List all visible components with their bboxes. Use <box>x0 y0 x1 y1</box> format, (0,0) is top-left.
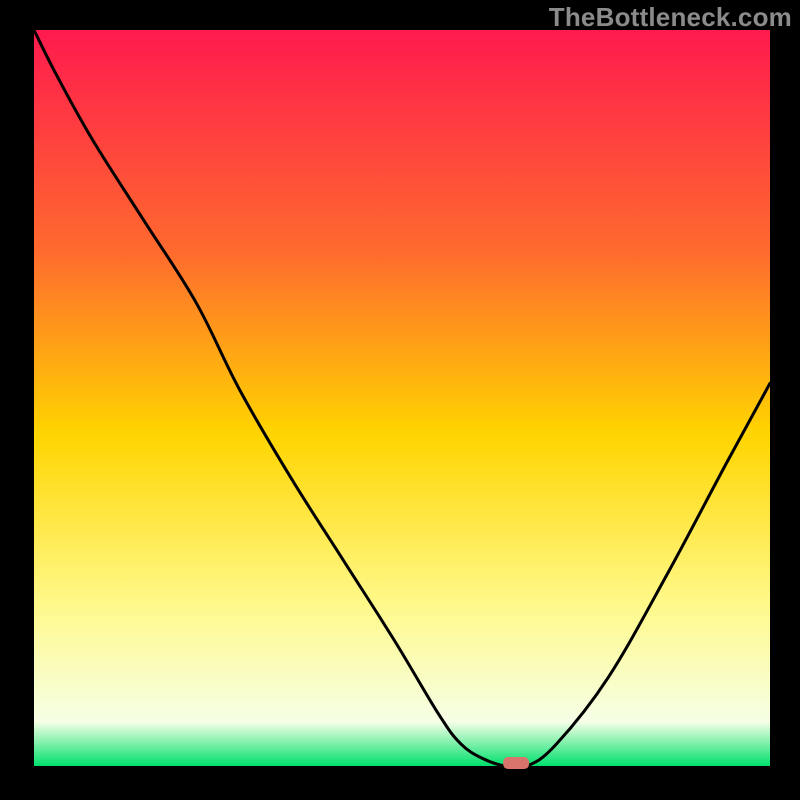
optimal-marker <box>503 757 529 769</box>
chart-stage: TheBottleneck.com <box>0 0 800 800</box>
watermark-text: TheBottleneck.com <box>549 2 792 33</box>
bottleneck-chart <box>0 0 800 800</box>
